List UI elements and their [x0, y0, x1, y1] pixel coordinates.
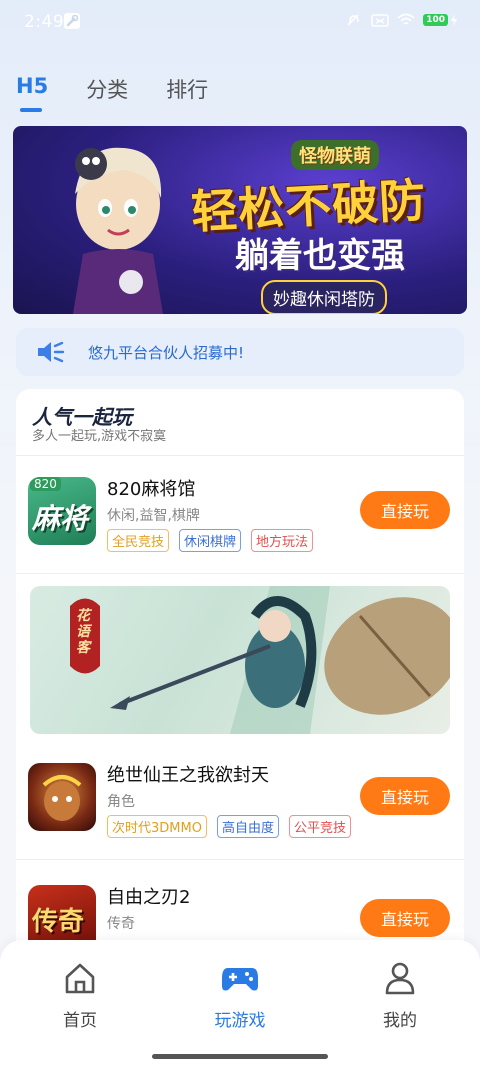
notice-bar[interactable]: 悠九平台合伙人招募中! — [16, 328, 464, 376]
play-button[interactable]: 直接玩 — [360, 491, 450, 529]
game-name: 820麻将馆 — [107, 479, 196, 500]
wifi-icon — [397, 13, 415, 25]
status-time: 2:49 — [24, 12, 65, 32]
battery-level: 100 — [423, 14, 448, 26]
battery-icon: 100 — [423, 14, 458, 26]
top-tabs: H5 分类 排行 — [16, 74, 208, 112]
game-tag: 次时代3DMMO — [107, 815, 207, 838]
game-tags: 次时代3DMMO 高自由度 公平竞技 — [107, 815, 351, 838]
game-row[interactable]: 820 麻将 820麻将馆 休闲,益智,棋牌 全民竞技 休闲棋牌 地方玩法 直接… — [16, 455, 464, 573]
divider — [16, 859, 464, 860]
home-indicator[interactable] — [152, 1054, 328, 1059]
user-icon — [385, 962, 415, 995]
status-icons: 100 — [345, 12, 458, 28]
nav-play-games[interactable]: 玩游戏 — [200, 960, 280, 1031]
game-tag: 全民竞技 — [107, 529, 170, 552]
bottom-nav: 首页 玩游戏 我的 — [0, 940, 480, 1067]
game-category: 角色 — [107, 794, 135, 810]
game-tag: 地方玩法 — [251, 529, 314, 552]
game-tag: 休闲棋牌 — [179, 529, 242, 552]
game-category: 传奇 — [107, 916, 135, 932]
divider — [16, 573, 464, 574]
status-bar: 2:49 100 — [0, 0, 480, 44]
wrench-icon — [64, 13, 80, 29]
tab-ranking[interactable]: 排行 — [166, 74, 208, 104]
game-name: 自由之刃2 — [107, 887, 191, 908]
nav-me[interactable]: 我的 — [360, 960, 440, 1031]
banner-tagline: 妙趣休闲塔防 — [261, 280, 387, 314]
notice-text: 悠九平台合伙人招募中! — [88, 343, 245, 362]
game-tag: 高自由度 — [216, 815, 279, 838]
game-icon-monkey-king — [28, 763, 96, 831]
speaker-icon — [38, 341, 65, 363]
game-category: 休闲,益智,棋牌 — [107, 508, 200, 524]
home-icon — [65, 963, 95, 994]
game-icon-mahjong: 820 麻将 — [28, 477, 96, 545]
banner-subtitle: 躺着也变强 — [235, 236, 405, 276]
cartoon-character-illustration — [73, 147, 163, 314]
promo-banner[interactable]: 怪物联萌 轻松不破防 躺着也变强 妙趣休闲塔防 — [13, 126, 467, 314]
tab-indicator — [20, 108, 42, 112]
icon-badge: 820 — [30, 477, 61, 491]
game-tags: 全民竞技 休闲棋牌 地方玩法 — [107, 529, 314, 552]
mute-icon — [347, 14, 360, 26]
icon-text: 麻将 — [32, 502, 89, 535]
tab-h5[interactable]: H5 — [16, 74, 48, 104]
play-button[interactable]: 直接玩 — [360, 777, 450, 815]
game-name: 绝世仙王之我欲封天 — [107, 765, 269, 786]
section-subtitle: 多人一起玩,游戏不寂寞 — [32, 429, 167, 444]
game-promo-image[interactable]: 花语客 — [30, 586, 450, 734]
game-row[interactable]: 绝世仙王之我欲封天 角色 次时代3DMMO 高自由度 公平竞技 直接玩 — [16, 741, 464, 859]
promo-logo: 花语客 — [76, 608, 90, 656]
gamepad-icon — [222, 968, 258, 991]
game-tag: 公平竞技 — [288, 815, 351, 838]
nav-label: 玩游戏 — [214, 1011, 266, 1031]
icon-text: 传奇 — [32, 907, 85, 937]
nav-label: 首页 — [63, 1011, 97, 1031]
nav-home[interactable]: 首页 — [40, 960, 120, 1031]
card-icon — [371, 14, 389, 27]
play-button[interactable]: 直接玩 — [360, 899, 450, 937]
banner-game-logo: 怪物联萌 — [291, 140, 379, 170]
tab-category[interactable]: 分类 — [86, 74, 128, 104]
nav-label: 我的 — [383, 1011, 417, 1031]
